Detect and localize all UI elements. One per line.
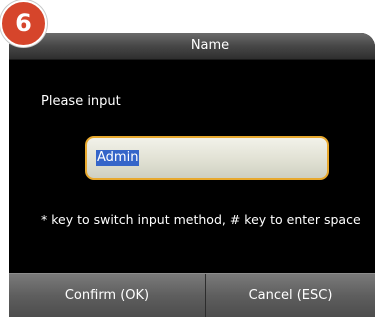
step-number-badge: 6	[0, 0, 47, 47]
confirm-button[interactable]: Confirm (OK)	[9, 274, 205, 317]
step-number: 6	[15, 9, 32, 37]
input-method-hint: * key to switch input method, # key to e…	[41, 212, 361, 227]
title-bar: Name	[9, 33, 375, 60]
dialog-title: Name	[190, 38, 230, 53]
device-screen: Name Please input Admin * key to switch …	[0, 0, 385, 317]
input-prompt: Please input	[41, 94, 121, 109]
cancel-button[interactable]: Cancel (ESC)	[206, 274, 375, 317]
button-bar: Confirm (OK) Cancel (ESC)	[9, 273, 375, 317]
input-dialog: Name Please input Admin * key to switch …	[9, 33, 375, 317]
input-selected-text[interactable]: Admin	[96, 150, 140, 166]
name-input-field[interactable]: Admin	[85, 136, 329, 180]
